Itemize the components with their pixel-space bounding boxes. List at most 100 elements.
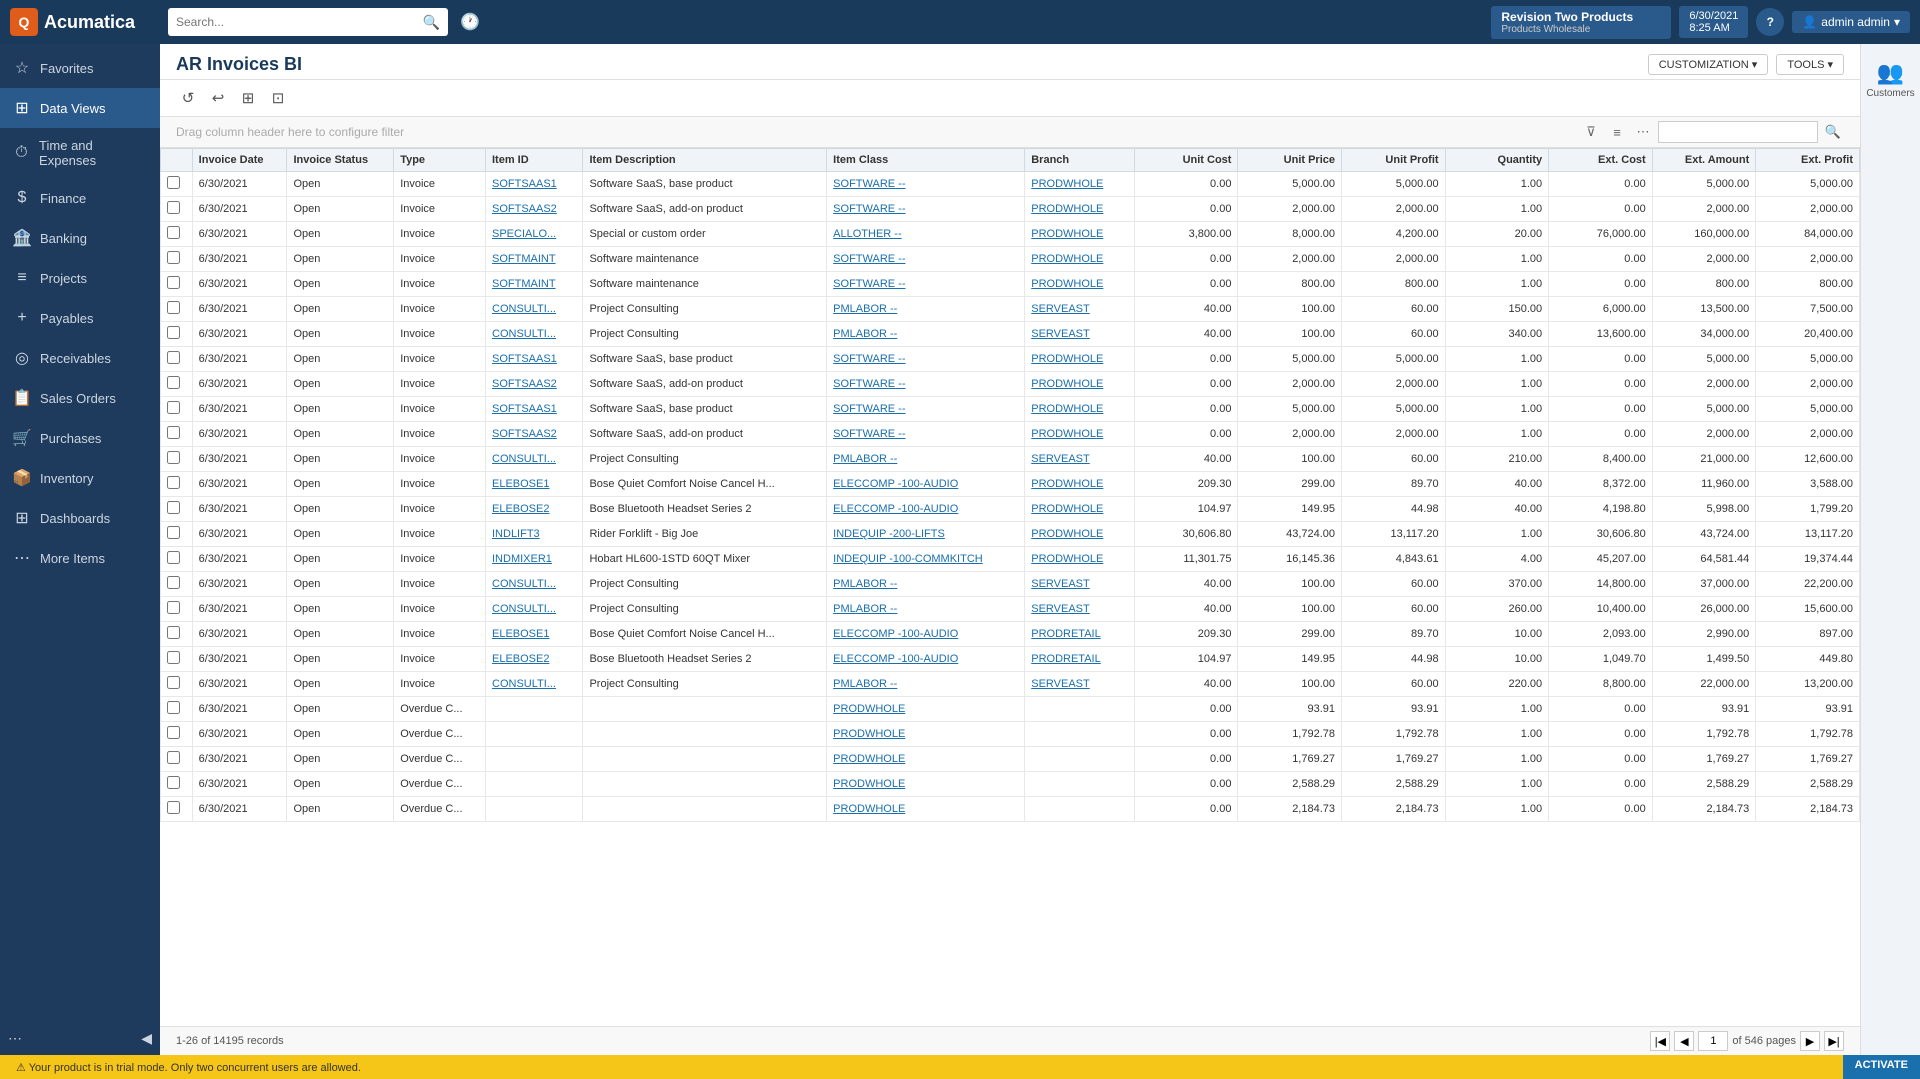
item-class-link[interactable]: PMLABOR --: [833, 328, 897, 340]
item-class-link[interactable]: SOFTWARE --: [833, 203, 905, 215]
row-item-class[interactable]: PMLABOR --: [827, 297, 1025, 322]
search-input[interactable]: [176, 15, 423, 29]
row-item-class[interactable]: PMLABOR --: [827, 597, 1025, 622]
branch-link[interactable]: PRODWHOLE: [1031, 353, 1103, 365]
item-id-link[interactable]: ELEBOSE2: [492, 503, 549, 515]
branch-link[interactable]: PRODWHOLE: [1031, 253, 1103, 265]
branch-link[interactable]: SERVEAST: [1031, 578, 1090, 590]
row-checkbox[interactable]: [167, 376, 180, 389]
row-item-class[interactable]: ELECCOMP -100-AUDIO: [827, 472, 1025, 497]
item-class-link[interactable]: INDEQUIP -100-COMMKITCH: [833, 553, 983, 565]
branch-link[interactable]: SERVEAST: [1031, 328, 1090, 340]
row-item-id[interactable]: SOFTSAAS2: [486, 422, 583, 447]
col-header-item-desc[interactable]: Item Description: [583, 149, 827, 172]
row-checkbox[interactable]: [167, 351, 180, 364]
sidebar-item-purchases[interactable]: 🛒 Purchases: [0, 418, 160, 458]
col-header-unit-profit[interactable]: Unit Profit: [1342, 149, 1446, 172]
item-class-link[interactable]: SOFTWARE --: [833, 378, 905, 390]
row-checkbox[interactable]: [167, 251, 180, 264]
item-id-link[interactable]: SOFTMAINT: [492, 253, 556, 265]
filter-more-icon[interactable]: ⋯: [1632, 121, 1654, 143]
row-item-class[interactable]: INDEQUIP -200-LIFTS: [827, 522, 1025, 547]
row-checkbox[interactable]: [167, 226, 180, 239]
item-id-link[interactable]: INDMIXER1: [492, 553, 552, 565]
row-item-class[interactable]: PRODWHOLE: [827, 797, 1025, 822]
row-item-id[interactable]: ELEBOSE2: [486, 647, 583, 672]
col-header-ext-profit[interactable]: Ext. Profit: [1756, 149, 1860, 172]
item-id-link[interactable]: CONSULTI...: [492, 303, 556, 315]
sidebar-item-projects[interactable]: ≡ Projects: [0, 258, 160, 298]
row-branch[interactable]: PRODWHOLE: [1025, 222, 1135, 247]
col-header-invoice-date[interactable]: Invoice Date: [192, 149, 287, 172]
row-item-id[interactable]: CONSULTI...: [486, 597, 583, 622]
row-branch[interactable]: PRODWHOLE: [1025, 197, 1135, 222]
page-first-button[interactable]: |◀: [1650, 1031, 1670, 1051]
filter-search-icon[interactable]: 🔍: [1822, 121, 1844, 143]
branch-link[interactable]: PRODWHOLE: [1031, 403, 1103, 415]
col-header-type[interactable]: Type: [394, 149, 486, 172]
item-class-link[interactable]: PMLABOR --: [833, 578, 897, 590]
row-item-class[interactable]: SOFTWARE --: [827, 172, 1025, 197]
row-item-class[interactable]: SOFTWARE --: [827, 372, 1025, 397]
col-header-ext-amount[interactable]: Ext. Amount: [1652, 149, 1756, 172]
item-class-link[interactable]: ELECCOMP -100-AUDIO: [833, 503, 958, 515]
item-class-link[interactable]: PMLABOR --: [833, 303, 897, 315]
item-id-link[interactable]: SOFTSAAS1: [492, 178, 557, 190]
item-id-link[interactable]: ELEBOSE1: [492, 628, 549, 640]
row-item-class[interactable]: INDEQUIP -100-COMMKITCH: [827, 547, 1025, 572]
page-next-button[interactable]: ▶: [1800, 1031, 1820, 1051]
row-checkbox[interactable]: [167, 176, 180, 189]
row-item-class[interactable]: PMLABOR --: [827, 447, 1025, 472]
row-item-class[interactable]: PMLABOR --: [827, 672, 1025, 697]
row-checkbox[interactable]: [167, 551, 180, 564]
item-class-link[interactable]: ELECCOMP -100-AUDIO: [833, 628, 958, 640]
branch-link[interactable]: PRODWHOLE: [1031, 378, 1103, 390]
user-button[interactable]: 👤 admin admin ▾: [1792, 11, 1910, 33]
item-class-link[interactable]: ALLOTHER --: [833, 228, 901, 240]
item-id-link[interactable]: ELEBOSE1: [492, 478, 549, 490]
sidebar-item-data-views[interactable]: ⊞ Data Views: [0, 88, 160, 128]
branch-link[interactable]: PRODWHOLE: [1031, 428, 1103, 440]
row-branch[interactable]: SERVEAST: [1025, 572, 1135, 597]
col-header-quantity[interactable]: Quantity: [1445, 149, 1549, 172]
row-branch[interactable]: PRODWHOLE: [1025, 372, 1135, 397]
row-item-id[interactable]: SPECIALO...: [486, 222, 583, 247]
columns-button[interactable]: ⊞: [236, 86, 260, 110]
col-header-branch[interactable]: Branch: [1025, 149, 1135, 172]
col-header-item-class[interactable]: Item Class: [827, 149, 1025, 172]
row-item-id[interactable]: CONSULTI...: [486, 297, 583, 322]
item-class-link[interactable]: PRODWHOLE: [833, 778, 905, 790]
col-header-item-id[interactable]: Item ID: [486, 149, 583, 172]
col-header-ext-cost[interactable]: Ext. Cost: [1549, 149, 1653, 172]
item-class-link[interactable]: PRODWHOLE: [833, 803, 905, 815]
row-branch[interactable]: SERVEAST: [1025, 322, 1135, 347]
export-button[interactable]: ⊡: [266, 86, 290, 110]
row-item-id[interactable]: CONSULTI...: [486, 322, 583, 347]
row-item-class[interactable]: SOFTWARE --: [827, 422, 1025, 447]
row-item-id[interactable]: CONSULTI...: [486, 447, 583, 472]
row-item-class[interactable]: ELECCOMP -100-AUDIO: [827, 622, 1025, 647]
item-id-link[interactable]: SOFTSAAS2: [492, 378, 557, 390]
row-branch[interactable]: PRODRETAIL: [1025, 622, 1135, 647]
tools-button[interactable]: TOOLS ▾: [1776, 54, 1844, 75]
row-branch[interactable]: PRODWHOLE: [1025, 522, 1135, 547]
row-checkbox[interactable]: [167, 301, 180, 314]
row-branch[interactable]: SERVEAST: [1025, 597, 1135, 622]
item-class-link[interactable]: PMLABOR --: [833, 678, 897, 690]
item-id-link[interactable]: CONSULTI...: [492, 578, 556, 590]
row-branch[interactable]: PRODWHOLE: [1025, 547, 1135, 572]
row-checkbox[interactable]: [167, 751, 180, 764]
row-checkbox[interactable]: [167, 601, 180, 614]
row-checkbox[interactable]: [167, 526, 180, 539]
row-item-id[interactable]: SOFTMAINT: [486, 247, 583, 272]
item-class-link[interactable]: INDEQUIP -200-LIFTS: [833, 528, 945, 540]
sidebar-item-inventory[interactable]: 📦 Inventory: [0, 458, 160, 498]
sidebar-item-receivables[interactable]: ◎ Receivables: [0, 338, 160, 378]
row-item-id[interactable]: CONSULTI...: [486, 572, 583, 597]
row-branch[interactable]: SERVEAST: [1025, 297, 1135, 322]
page-number-input[interactable]: [1698, 1031, 1728, 1051]
sidebar-more-button[interactable]: ⋯: [8, 1030, 22, 1047]
activate-button[interactable]: ACTIVATE: [1843, 1055, 1920, 1079]
branch-link[interactable]: PRODRETAIL: [1031, 628, 1100, 640]
row-checkbox[interactable]: [167, 726, 180, 739]
